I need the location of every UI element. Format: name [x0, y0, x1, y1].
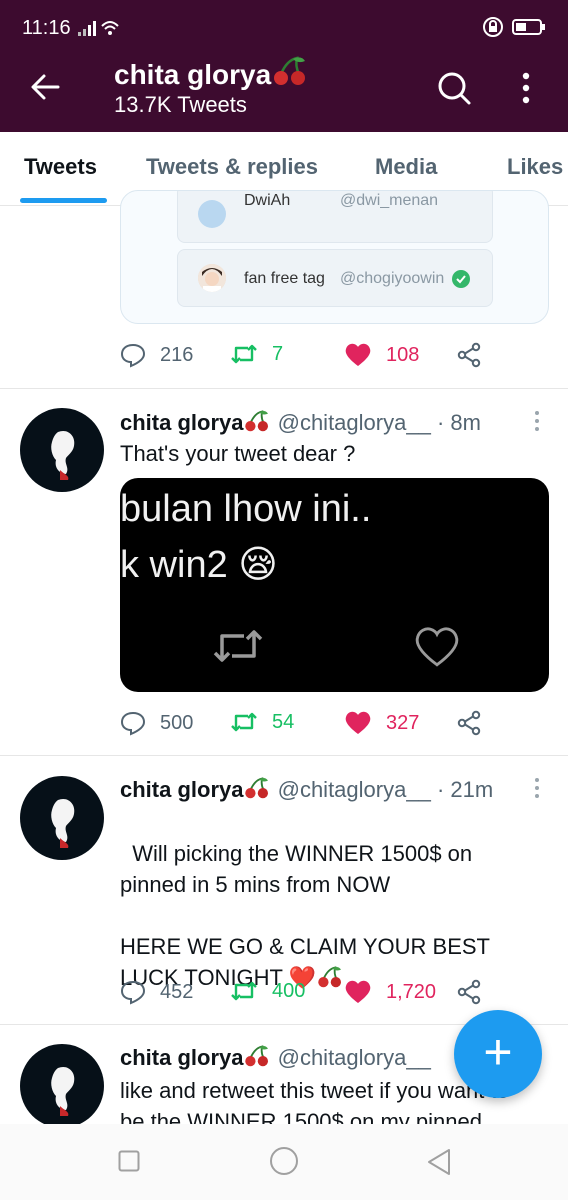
retweet-button[interactable]: 400	[230, 979, 305, 1003]
tweet-header: chita glorya @chitaglorya__ · 8m	[120, 410, 481, 436]
recent-apps-icon[interactable]	[118, 1150, 140, 1172]
share-button[interactable]	[456, 710, 482, 736]
author-handle[interactable]: @chitaglorya__	[278, 1045, 431, 1070]
tab-tweets[interactable]: Tweets	[24, 154, 97, 180]
media-text-line: bulan lhow ini..	[120, 488, 372, 530]
tab-tweets-replies[interactable]: Tweets & replies	[146, 154, 318, 180]
tweet-divider	[0, 388, 568, 389]
cherry-emoji-icon	[245, 410, 269, 432]
tweet-text: That's your tweet dear ?	[120, 441, 356, 466]
quoted-tag-card[interactable]: DwiAh @dwi_menan fan free tag @chogiyoow…	[120, 190, 549, 324]
tab-likes[interactable]: Likes	[507, 154, 563, 180]
plus-icon: +	[483, 1024, 513, 1080]
battery-icon	[512, 19, 545, 35]
tag-item[interactable]: fan free tag @chogiyoowin	[177, 249, 493, 307]
tweet-actions: 452 400 1,720	[120, 975, 490, 1009]
heart-outline-icon	[415, 627, 459, 667]
avatar[interactable]	[20, 408, 104, 492]
retweet-icon	[231, 344, 257, 364]
cherry-emoji-icon	[245, 1045, 269, 1067]
heart-filled-icon	[345, 343, 371, 366]
check-icon	[452, 270, 470, 288]
tweet-count: 13.7K Tweets	[114, 92, 247, 117]
tag-avatar	[198, 200, 226, 228]
active-tab-indicator	[20, 198, 107, 203]
back-arrow-icon[interactable]	[28, 70, 62, 104]
tweet-text: Will picking the WINNER 1500$ on pinned …	[120, 807, 515, 993]
reply-count: 452	[160, 980, 194, 1003]
tweet-header: chita glorya @chitaglorya__ · 21m	[120, 777, 493, 803]
tweet-actions: 500 54 327	[120, 706, 490, 740]
author-name[interactable]: chita glorya	[120, 777, 243, 802]
more-options-icon[interactable]	[516, 70, 536, 106]
reply-button[interactable]: 500	[120, 710, 193, 736]
lock-rotation-icon	[483, 17, 503, 37]
heart-filled-icon	[345, 711, 371, 734]
retweet-count: 7	[272, 342, 284, 365]
share-button[interactable]	[456, 342, 482, 368]
reply-icon	[120, 343, 146, 368]
avatar[interactable]	[20, 776, 104, 860]
media-text-line: k win2 😪	[120, 544, 278, 586]
like-count: 1,720	[386, 980, 437, 1003]
tweet-time: · 21m	[436, 777, 494, 802]
tag-name: DwiAh	[244, 192, 291, 209]
tweet-header: chita glorya @chitaglorya__	[120, 1045, 431, 1071]
tab-media[interactable]: Media	[375, 154, 437, 180]
like-button[interactable]: 327	[344, 710, 419, 736]
tag-item[interactable]: DwiAh @dwi_menan	[177, 191, 493, 243]
profile-title: chita glorya	[114, 56, 309, 91]
reply-button[interactable]: 452	[120, 979, 193, 1005]
cherry-emoji-icon	[274, 56, 306, 85]
compose-tweet-button[interactable]: +	[454, 1010, 542, 1098]
heart-filled-icon	[345, 980, 371, 1003]
tag-handle: @chogiyoowin	[340, 270, 445, 287]
status-time: 11:16	[22, 17, 71, 39]
tweet-menu-icon[interactable]	[534, 777, 540, 799]
retweet-icon	[231, 981, 257, 1001]
tweet-text-content: Will picking the WINNER 1500$ on pinned …	[120, 841, 490, 990]
share-button[interactable]	[456, 979, 482, 1005]
tweet-divider	[0, 755, 568, 756]
home-icon[interactable]	[269, 1146, 299, 1176]
share-icon	[457, 979, 481, 1005]
reply-count: 216	[160, 343, 194, 366]
tweet-actions: 216 7 108	[120, 338, 490, 372]
like-count: 108	[386, 343, 420, 366]
author-handle[interactable]: @chitaglorya__	[278, 410, 431, 435]
tag-handle: @dwi_menan	[340, 192, 439, 209]
reply-count: 500	[160, 711, 194, 734]
signal-icon	[78, 21, 119, 36]
tag-avatar	[198, 264, 226, 292]
profile-name: chita glorya	[114, 59, 272, 90]
retweet-icon	[231, 712, 257, 732]
retweet-button[interactable]: 7	[230, 342, 283, 366]
share-icon	[457, 710, 481, 736]
retweet-button[interactable]: 54	[230, 710, 294, 734]
author-name[interactable]: chita glorya	[120, 1045, 243, 1070]
reply-button[interactable]: 216	[120, 342, 193, 368]
retweet-count: 400	[272, 979, 306, 1002]
search-icon[interactable]	[436, 70, 472, 106]
profile-header: chita glorya 13.7K Tweets	[0, 52, 568, 132]
avatar[interactable]	[20, 1044, 104, 1124]
tweet-time: · 8m	[436, 410, 481, 435]
cherry-emoji-icon	[245, 777, 269, 799]
author-name[interactable]: chita glorya	[120, 410, 243, 435]
share-icon	[457, 342, 481, 368]
status-bar: 11:16	[0, 0, 568, 52]
retweet-count: 54	[272, 710, 295, 733]
tag-name: fan free tag	[244, 270, 325, 287]
like-button[interactable]: 108	[344, 342, 419, 368]
reply-icon	[120, 711, 146, 736]
tweet-menu-icon[interactable]	[534, 410, 540, 432]
back-nav-icon[interactable]	[426, 1148, 452, 1176]
tweet-media[interactable]: bulan lhow ini.. k win2 😪	[120, 478, 549, 692]
like-button[interactable]: 1,720	[344, 979, 436, 1005]
system-nav-bar	[0, 1124, 568, 1200]
author-handle[interactable]: @chitaglorya__	[278, 777, 431, 802]
reply-icon	[120, 980, 146, 1005]
retweet-icon	[213, 630, 263, 662]
like-count: 327	[386, 711, 420, 734]
